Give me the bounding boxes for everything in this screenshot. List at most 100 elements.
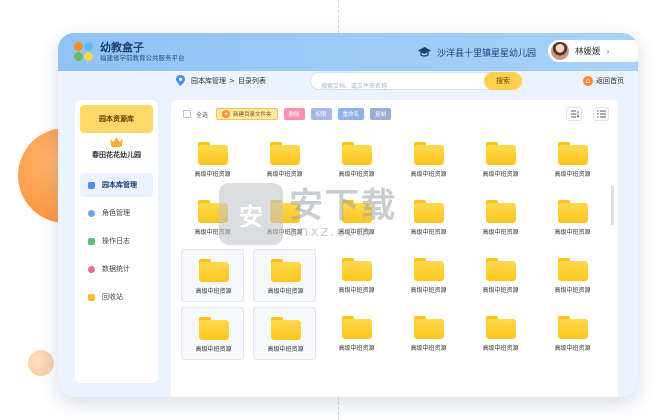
folder-tile[interactable]: 高级中班资源 — [469, 191, 532, 244]
folder-name: 高级中班资源 — [410, 171, 447, 178]
folder-tile[interactable]: 高级中班资源 — [253, 249, 316, 302]
folder-tile[interactable]: 高级中班资源 — [397, 249, 460, 302]
sidebar-item-stats[interactable]: 数据统计 — [80, 257, 153, 281]
decorative-peach-dot — [28, 350, 54, 376]
folder-name: 高级中班资源 — [410, 287, 447, 294]
folder-icon — [486, 142, 516, 165]
kindergarten-name: 春田花花幼儿园 — [92, 151, 141, 159]
folder-tile[interactable]: 高级中班资源 — [469, 307, 532, 360]
folder-name: 高级中班资源 — [267, 346, 304, 353]
search-input[interactable] — [321, 78, 481, 95]
sidebar-item-library[interactable]: 园本库管理 — [80, 173, 153, 197]
chart-icon — [88, 265, 95, 273]
folder-name: 高级中班资源 — [482, 287, 519, 294]
back-home-label: 返回首页 — [596, 77, 624, 85]
folder-name: 高级中班资源 — [195, 288, 232, 295]
folder-tile[interactable]: 高级中班资源 — [541, 191, 604, 244]
sort-button[interactable] — [566, 107, 582, 121]
folder-icon — [271, 317, 301, 340]
folder-icon — [558, 258, 588, 281]
school-name: 沙洋县十里镇星星幼儿园 — [437, 49, 537, 59]
folder-icon — [486, 258, 516, 281]
crown-icon — [110, 137, 123, 147]
select-all-checkbox[interactable] — [183, 110, 191, 118]
app-logo-icon — [74, 42, 94, 62]
permission-button[interactable]: 权限 — [310, 108, 332, 120]
folder-name: 高级中班资源 — [266, 171, 303, 178]
folder-tile[interactable]: 高级中班资源 — [253, 307, 316, 360]
folder-tile[interactable]: 高级中班资源 — [469, 133, 532, 186]
location-pin-icon — [176, 75, 185, 86]
app-header: 幼教盒子 福建省学前教育公共服务平台 沙洋县十里镇星星幼儿园 林媛媛 › — [58, 33, 638, 71]
sidebar-item-label: 回收站 — [102, 293, 123, 301]
folder-name: 高级中班资源 — [195, 346, 232, 353]
folder-tile[interactable]: 高级中班资源 — [541, 249, 604, 302]
plus-icon: + — [222, 110, 231, 118]
folder-name: 高级中班资源 — [338, 287, 375, 294]
sidebar-item-logs[interactable]: 操作日志 — [80, 229, 153, 253]
brand: 幼教盒子 福建省学前教育公共服务平台 — [100, 41, 185, 63]
rename-button[interactable]: 重命名 — [337, 108, 365, 120]
user-icon — [88, 209, 95, 217]
folder-icon — [271, 259, 301, 282]
user-name: 林媛媛 — [575, 47, 601, 57]
folder-tile[interactable]: 高级中班资源 — [181, 133, 244, 186]
list-icon — [596, 110, 606, 118]
folder-tile[interactable]: 高级中班资源 — [541, 307, 604, 360]
sort-icon — [570, 110, 579, 118]
list-view-button[interactable] — [593, 107, 609, 121]
folder-tile[interactable]: 高级中班资源 — [325, 249, 388, 302]
new-folder-label: 新建目录文件夹 — [233, 112, 272, 118]
folder-tile[interactable]: 高级中班资源 — [181, 307, 244, 360]
sidebar: 园本资源库 春田花花幼儿园 园本库管理 角色管理 操作日志 数据统计 回收站 — [75, 100, 158, 383]
folder-tile[interactable]: 高级中班资源 — [253, 133, 316, 186]
sidebar-header: 园本资源库 — [80, 105, 153, 133]
folder-icon — [558, 200, 588, 223]
folder-name: 高级中班资源 — [554, 287, 591, 294]
folder-icon — [558, 142, 588, 165]
folder-tile[interactable]: 高级中班资源 — [397, 307, 460, 360]
folder-icon — [558, 316, 588, 339]
folder-tile[interactable]: 高级中班资源 — [325, 133, 388, 186]
watermark: 安 安下载 anxz.com — [219, 183, 397, 245]
breadcrumb-separator: > — [229, 76, 235, 85]
folder-icon — [199, 259, 229, 282]
brand-subtitle: 福建省学前教育公共服务平台 — [100, 53, 185, 62]
shield-icon: 安 — [219, 183, 283, 245]
home-icon: ⌂ — [583, 76, 593, 86]
user-menu[interactable]: 林媛媛 › — [548, 40, 638, 62]
folder-tile[interactable]: 高级中班资源 — [181, 249, 244, 302]
copy-button[interactable]: 复制 — [370, 108, 392, 120]
folder-name: 高级中班资源 — [482, 229, 519, 236]
breadcrumb-current: 目录列表 — [237, 76, 266, 85]
sidebar-item-recycle[interactable]: 回收站 — [80, 285, 153, 309]
folder-icon — [414, 316, 444, 339]
new-folder-button[interactable]: + 新建目录文件夹 — [216, 108, 278, 120]
scrollbar[interactable] — [611, 185, 614, 225]
folder-name: 高级中班资源 — [338, 171, 375, 178]
folder-name: 高级中班资源 — [410, 345, 447, 352]
folder-tile[interactable]: 高级中班资源 — [325, 307, 388, 360]
delete-button[interactable]: 删除 — [283, 108, 305, 120]
breadcrumb-item[interactable]: 园本库管理 — [191, 76, 226, 86]
sidebar-item-label: 数据统计 — [102, 265, 130, 273]
folder-tile[interactable]: 高级中班资源 — [397, 133, 460, 186]
folder-tile[interactable]: 高级中班资源 — [541, 133, 604, 186]
folder-name: 高级中班资源 — [194, 171, 231, 178]
folder-name: 高级中班资源 — [338, 345, 375, 352]
folder-name: 高级中班资源 — [554, 345, 591, 352]
folder-name: 高级中班资源 — [482, 345, 519, 352]
sidebar-item-roles[interactable]: 角色管理 — [80, 201, 153, 225]
search-button[interactable]: 搜索 — [484, 72, 522, 90]
folder-icon — [199, 317, 229, 340]
log-icon — [88, 237, 95, 245]
folder-name: 高级中班资源 — [554, 229, 591, 236]
folder-tile[interactable]: 高级中班资源 — [397, 191, 460, 244]
graduation-cap-icon — [418, 47, 431, 57]
folder-icon — [414, 142, 444, 165]
back-home-link[interactable]: ⌂ 返回首页 — [583, 76, 624, 86]
folder-tile[interactable]: 高级中班资源 — [469, 249, 532, 302]
trash-icon — [88, 293, 95, 301]
school-selector[interactable]: 沙洋县十里镇星星幼儿园 — [418, 46, 536, 59]
sidebar-item-label: 园本库管理 — [102, 181, 137, 189]
